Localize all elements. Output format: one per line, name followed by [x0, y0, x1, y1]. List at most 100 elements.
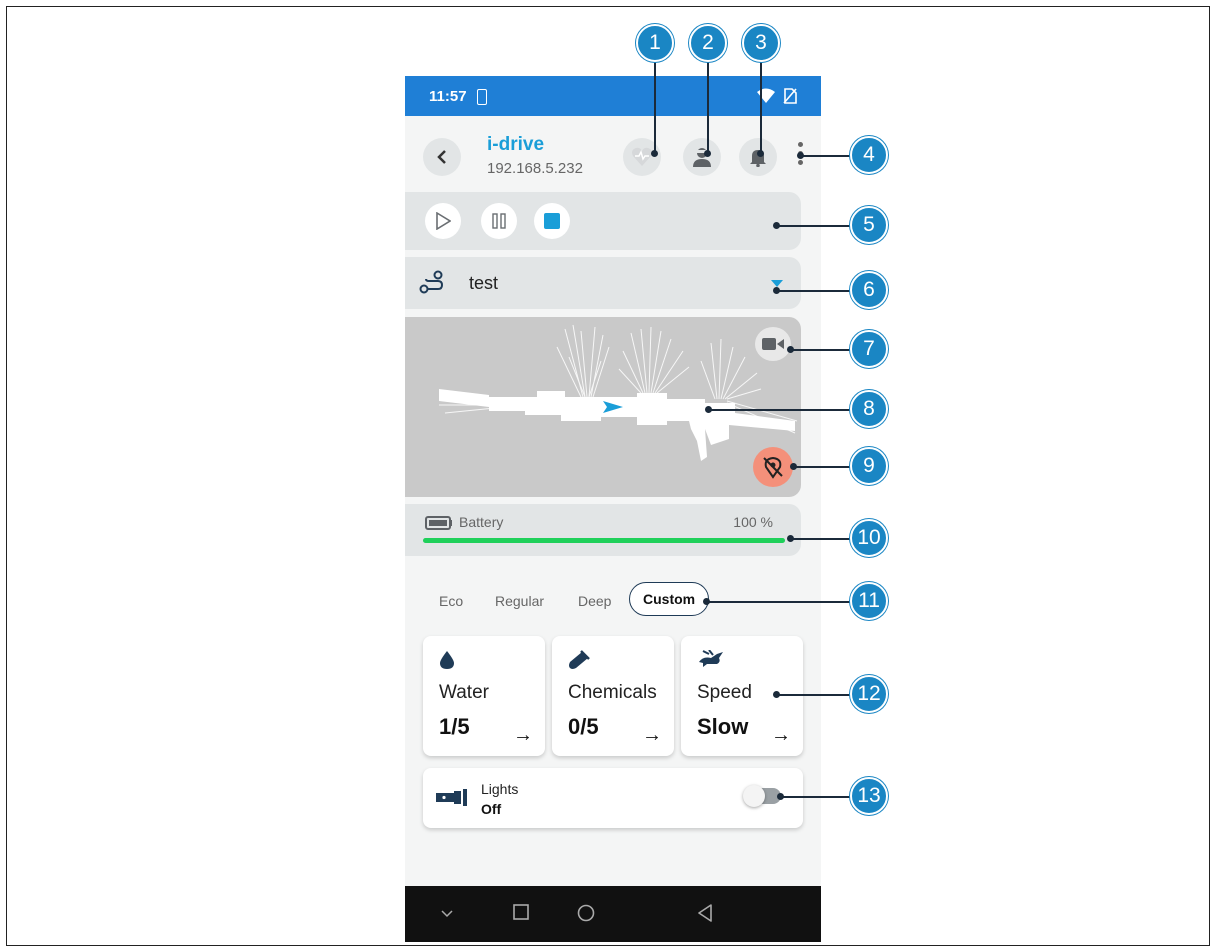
speed-tile[interactable]: Speed Slow →: [681, 636, 803, 756]
map-view[interactable]: [405, 317, 801, 497]
battery-bar-track: [423, 538, 785, 543]
operator-button[interactable]: [683, 138, 721, 176]
occupancy-map: [439, 324, 798, 461]
callout-dot: [773, 691, 780, 698]
flashlight-icon: [436, 789, 467, 806]
lights-card: Lights Off: [423, 768, 803, 828]
tile-label: Chemicals: [568, 682, 657, 703]
chevron-left-icon: [437, 150, 446, 164]
callout-dot: [790, 463, 797, 470]
battery-card: Battery 100 %: [405, 504, 801, 556]
battery-label: Battery: [459, 514, 504, 530]
route-icon: [419, 270, 444, 294]
camera-button[interactable]: [755, 327, 791, 361]
tile-label: Speed: [697, 682, 752, 703]
battery-icon: [425, 516, 452, 530]
route-name: test: [469, 273, 499, 293]
callout-dot: [703, 598, 710, 605]
chemicals-tile[interactable]: Chemicals 0/5 →: [552, 636, 674, 756]
stop-button[interactable]: [534, 203, 570, 239]
callout-leader: [654, 46, 656, 154]
play-icon: [436, 212, 451, 230]
lights-value: Off: [481, 801, 502, 817]
callout-leader: [706, 601, 850, 603]
water-drop-icon: [440, 651, 454, 669]
pause-button[interactable]: [481, 203, 517, 239]
mode-eco[interactable]: Eco: [439, 593, 463, 609]
callout-dot: [704, 150, 711, 157]
callout-leader: [776, 694, 850, 696]
back-button[interactable]: [423, 138, 461, 176]
play-button[interactable]: [425, 203, 461, 239]
callout-8: 8: [850, 390, 888, 428]
notifications-button[interactable]: [739, 138, 777, 176]
tile-value: 0/5: [568, 714, 599, 739]
status-bar: 11:57: [405, 76, 821, 116]
chevron-down-icon[interactable]: [441, 910, 453, 918]
arrow-right-icon: →: [642, 724, 662, 746]
callout-leader: [708, 409, 850, 411]
callout-leader: [793, 466, 850, 468]
callout-leader: [776, 225, 850, 227]
robot-name: i-drive: [487, 134, 545, 155]
dot-icon: [797, 160, 803, 165]
user-icon: [693, 148, 711, 167]
callout-2: 2: [689, 24, 727, 62]
callout-3: 3: [742, 24, 780, 62]
battery-status-icon: [477, 89, 487, 105]
callout-13: 13: [850, 777, 888, 815]
mode-deep[interactable]: Deep: [578, 593, 611, 609]
playback-controls: [405, 192, 801, 250]
callout-leader: [800, 155, 850, 157]
route-selector[interactable]: test: [405, 257, 801, 309]
video-camera-icon: [762, 338, 784, 350]
callout-1: 1: [636, 24, 674, 62]
localization-button[interactable]: [753, 447, 793, 487]
toggle-knob: [743, 785, 765, 807]
callout-4: 4: [850, 136, 888, 174]
back-nav-icon[interactable]: [697, 904, 713, 922]
phone-screen: 11:57 i-drive 192.168.5.232 test Battery…: [405, 76, 821, 942]
callout-dot: [797, 152, 804, 159]
callout-leader: [776, 290, 850, 292]
tile-value: Slow: [697, 714, 749, 739]
callout-dot: [773, 222, 780, 229]
mode-regular[interactable]: Regular: [495, 593, 544, 609]
dot-icon: [797, 142, 803, 147]
mode-custom[interactable]: Custom: [629, 582, 710, 616]
callout-5: 5: [850, 206, 888, 244]
water-tile[interactable]: Water 1/5 →: [423, 636, 545, 756]
callout-dot: [787, 535, 794, 542]
dropdown-caret-icon: [771, 280, 783, 287]
tile-value: 1/5: [439, 714, 470, 739]
android-nav-bar: [405, 886, 821, 942]
callout-leader: [707, 46, 709, 154]
rabbit-speed-icon: [699, 650, 723, 667]
arrow-right-icon: →: [513, 724, 533, 746]
callout-6: 6: [850, 271, 888, 309]
callout-9: 9: [850, 447, 888, 485]
lights-toggle[interactable]: [743, 785, 781, 807]
stop-icon: [544, 213, 560, 229]
callout-leader: [790, 538, 850, 540]
callout-dot: [787, 346, 794, 353]
callout-10: 10: [850, 519, 888, 557]
callout-leader: [760, 46, 762, 154]
callout-dot: [651, 150, 658, 157]
recents-icon[interactable]: [513, 904, 529, 920]
callout-12: 12: [850, 675, 888, 713]
callout-leader: [780, 796, 850, 798]
pause-icon: [492, 213, 506, 229]
no-sim-icon: [783, 88, 797, 104]
lights-label: Lights: [481, 781, 519, 797]
callout-dot: [773, 287, 780, 294]
tile-label: Water: [439, 682, 489, 703]
callout-dot: [705, 406, 712, 413]
callout-dot: [757, 150, 764, 157]
chemicals-icon: [569, 650, 590, 669]
home-icon[interactable]: [577, 904, 595, 922]
battery-value: 100 %: [733, 514, 773, 530]
location-off-icon: [763, 456, 783, 479]
callout-11: 11: [850, 582, 888, 620]
status-time: 11:57: [429, 88, 467, 105]
